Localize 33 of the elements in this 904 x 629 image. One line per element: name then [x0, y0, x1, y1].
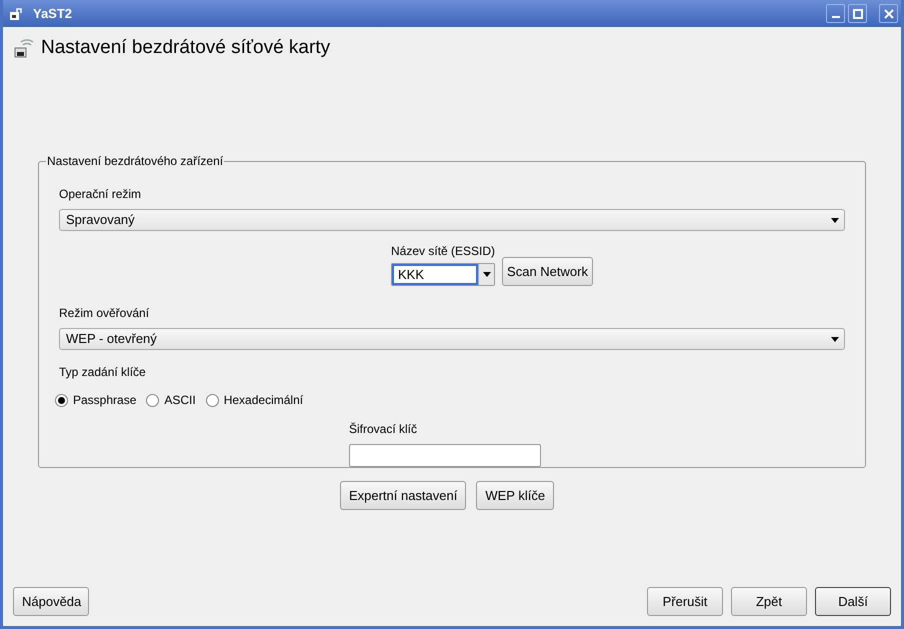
field-label: Název sítě (ESSID): [391, 243, 496, 260]
minimize-button[interactable]: [826, 4, 845, 23]
field-label: Operační režim: [59, 186, 142, 203]
dropdown-arrow-icon: [482, 272, 491, 277]
wireless-card-icon: [13, 37, 35, 59]
mode-dropdown[interactable]: Spravovaný: [59, 209, 845, 231]
wizard-button[interactable]: Zpět: [731, 587, 807, 616]
auth-dropdown[interactable]: WEP - otevřený: [59, 328, 845, 350]
key-type-radio[interactable]: Hexadecimální: [206, 391, 304, 409]
dropdown-arrow-icon: [831, 336, 839, 342]
minimize-icon: [832, 16, 840, 18]
scan-network-button[interactable]: Scan Network: [502, 257, 593, 286]
key-type-radio[interactable]: Passphrase: [55, 391, 136, 409]
group-title: Nastavení bezdrátového zařízení: [46, 153, 224, 170]
action-button[interactable]: WEP klíče: [476, 481, 554, 510]
maximize-icon: [852, 8, 862, 18]
window-icon: [9, 6, 23, 20]
help-button[interactable]: Nápověda: [13, 587, 89, 616]
close-icon: [884, 8, 894, 18]
field-label: Typ zadání klíče: [59, 364, 147, 381]
key-type-radio[interactable]: ASCII: [146, 391, 196, 409]
close-button[interactable]: [879, 4, 898, 23]
encryption-key-field[interactable]: [349, 444, 541, 467]
window-title: YaST2: [33, 4, 72, 23]
page-heading: Nastavení bezdrátové síťové karty: [41, 36, 330, 60]
essid-combobox[interactable]: KKK: [391, 263, 496, 286]
field-label: Režim ověřování: [59, 305, 150, 322]
wizard-button[interactable]: Přerušit: [647, 587, 723, 616]
wizard-button[interactable]: Další: [815, 587, 891, 616]
action-button[interactable]: Expertní nastavení: [340, 481, 466, 510]
dropdown-arrow-icon: [831, 218, 839, 222]
maximize-button[interactable]: [848, 4, 867, 23]
field-label: Šifrovací klíč: [349, 421, 418, 438]
